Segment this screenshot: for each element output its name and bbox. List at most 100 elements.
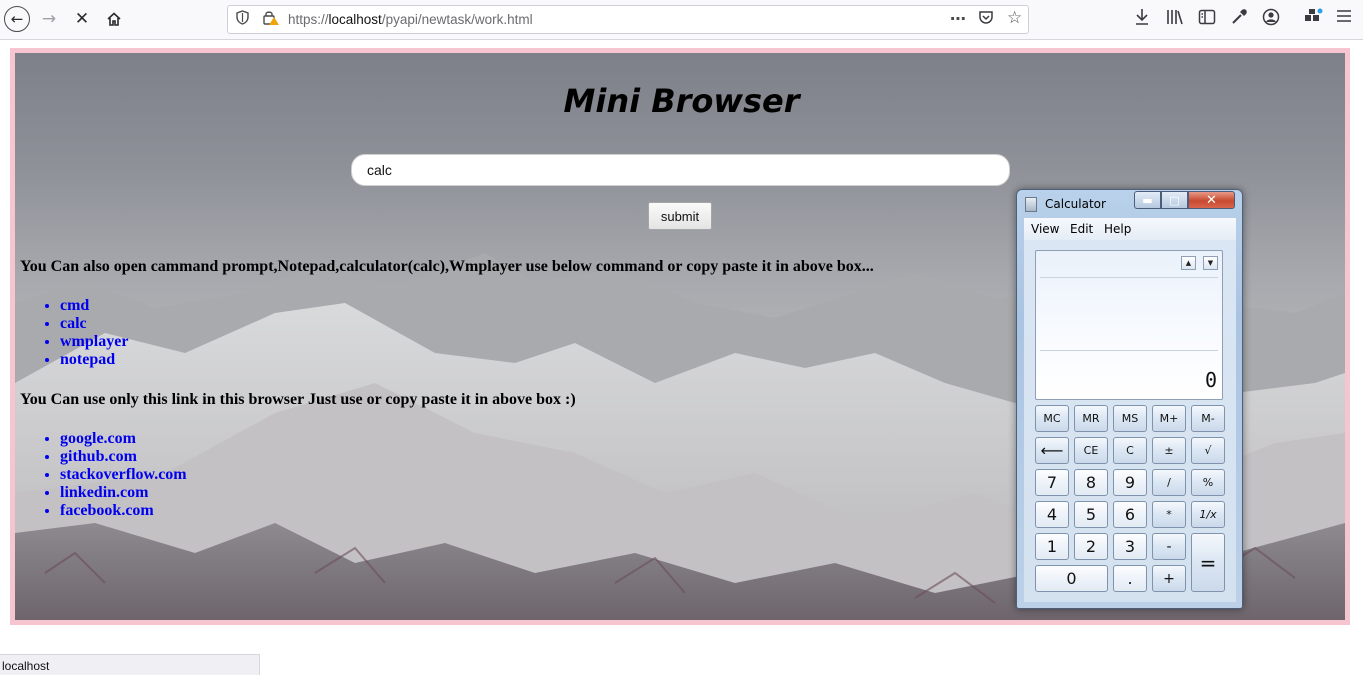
list-item: wmplayer	[60, 333, 128, 351]
list-item: google.com	[60, 430, 187, 448]
calculator-window[interactable]: Calculator ▬ □ ✕ View Edit Help ▲ ▼ 0 MC…	[1016, 189, 1243, 609]
close-button[interactable]: ✕	[1188, 191, 1235, 209]
display-value: 0	[1204, 368, 1217, 392]
window-controls: ▬ □ ✕	[1134, 191, 1235, 210]
key-reciprocal[interactable]: 1/x	[1191, 501, 1225, 528]
key-9[interactable]: 9	[1113, 469, 1147, 496]
links-intro-text: You Can use only this link in this brows…	[20, 391, 576, 408]
menu-help[interactable]: Help	[1104, 222, 1131, 236]
site-link-google[interactable]: google.com	[60, 430, 136, 447]
key-7[interactable]: 7	[1035, 469, 1069, 496]
shield-icon[interactable]	[236, 10, 249, 29]
apps-list: cmd calc wmplayer notepad	[20, 297, 128, 369]
list-item: notepad	[60, 351, 128, 369]
submit-button[interactable]: submit	[648, 202, 712, 230]
site-link-github[interactable]: github.com	[60, 448, 137, 465]
key-8[interactable]: 8	[1074, 469, 1108, 496]
url-bar[interactable]: https://localhost/pyapi/newtask/work.htm…	[227, 5, 1029, 34]
calculator-body: ▲ ▼ 0 MC MR MS M+ M- ⟵ CE C ± √ 7 8 9 / …	[1024, 240, 1236, 602]
menu-view[interactable]: View	[1031, 222, 1059, 236]
extensions-icon[interactable]	[1303, 8, 1323, 30]
key-percent[interactable]: %	[1191, 469, 1225, 496]
search-input[interactable]	[351, 154, 1010, 186]
key-m-plus[interactable]: M+	[1152, 405, 1186, 432]
url-text[interactable]: https://localhost/pyapi/newtask/work.htm…	[288, 12, 533, 27]
key-divide[interactable]: /	[1152, 469, 1186, 496]
calculator-title: Calculator	[1045, 197, 1106, 211]
back-button[interactable]: ←	[4, 6, 30, 32]
stop-button[interactable]: ✕	[69, 6, 95, 32]
url-path: /pyapi/newtask/work.html	[381, 12, 533, 27]
key-equals[interactable]: =	[1191, 533, 1225, 592]
menu-icon[interactable]	[1336, 8, 1352, 28]
calculator-display: ▲ ▼ 0	[1035, 250, 1223, 400]
lock-warning-icon[interactable]	[262, 10, 280, 30]
calculator-icon	[1025, 197, 1037, 212]
app-link-cmd[interactable]: cmd	[60, 297, 89, 314]
key-c[interactable]: C	[1113, 437, 1147, 464]
key-multiply[interactable]: *	[1152, 501, 1186, 528]
maximize-icon: □	[1169, 193, 1180, 207]
close-icon: ✕	[74, 9, 90, 29]
list-item: stackoverflow.com	[60, 466, 187, 484]
forward-button[interactable]: →	[36, 6, 62, 32]
key-add[interactable]: +	[1152, 565, 1186, 592]
key-6[interactable]: 6	[1113, 501, 1147, 528]
dropper-icon[interactable]	[1230, 8, 1248, 30]
app-link-notepad[interactable]: notepad	[60, 351, 115, 368]
key-0[interactable]: 0	[1035, 565, 1108, 592]
sidebar-icon[interactable]	[1198, 8, 1216, 30]
key-mc[interactable]: MC	[1035, 405, 1069, 432]
download-icon[interactable]	[1134, 8, 1150, 30]
list-item: facebook.com	[60, 502, 187, 520]
menu-edit[interactable]: Edit	[1070, 222, 1093, 236]
list-item: github.com	[60, 448, 187, 466]
key-4[interactable]: 4	[1035, 501, 1069, 528]
arrow-left-icon: ←	[10, 10, 24, 28]
key-mr[interactable]: MR	[1074, 405, 1108, 432]
apps-intro-text: You Can also open cammand prompt,Notepad…	[20, 258, 874, 275]
key-decimal[interactable]: .	[1113, 565, 1147, 592]
key-plus-minus[interactable]: ±	[1152, 437, 1186, 464]
page-title: Mini Browser	[563, 82, 800, 120]
site-link-facebook[interactable]: facebook.com	[60, 502, 154, 519]
list-item: calc	[60, 315, 128, 333]
key-ms[interactable]: MS	[1113, 405, 1147, 432]
list-item: cmd	[60, 297, 128, 315]
maximize-button[interactable]: □	[1161, 191, 1188, 209]
minimize-icon: ▬	[1142, 193, 1153, 207]
history-down-arrow-icon[interactable]: ▼	[1203, 256, 1218, 270]
display-divider	[1040, 277, 1218, 278]
url-host: localhost	[328, 12, 382, 27]
list-item: linkedin.com	[60, 484, 187, 502]
key-5[interactable]: 5	[1074, 501, 1108, 528]
arrow-right-icon: →	[41, 9, 57, 29]
minimize-button[interactable]: ▬	[1134, 191, 1161, 209]
display-divider	[1040, 350, 1218, 351]
key-backspace[interactable]: ⟵	[1035, 437, 1069, 464]
app-link-wmplayer[interactable]: wmplayer	[60, 333, 128, 350]
calculator-menubar: View Edit Help	[1024, 218, 1236, 240]
site-link-stackoverflow[interactable]: stackoverflow.com	[60, 466, 187, 483]
key-sqrt[interactable]: √	[1191, 437, 1225, 464]
key-3[interactable]: 3	[1113, 533, 1147, 560]
history-up-arrow-icon[interactable]: ▲	[1181, 256, 1196, 270]
bookmark-star-icon[interactable]: ☆	[1007, 8, 1022, 28]
browser-toolbar: ← → ✕ https://localhost/pyapi/newtask/wo…	[0, 0, 1363, 40]
account-icon[interactable]	[1262, 8, 1280, 30]
site-link-linkedin[interactable]: linkedin.com	[60, 484, 148, 501]
key-2[interactable]: 2	[1074, 533, 1108, 560]
key-m-minus[interactable]: M-	[1191, 405, 1225, 432]
key-1[interactable]: 1	[1035, 533, 1069, 560]
status-bar: localhost	[0, 654, 260, 675]
key-subtract[interactable]: -	[1152, 533, 1186, 560]
home-button[interactable]	[101, 6, 127, 32]
key-ce[interactable]: CE	[1074, 437, 1108, 464]
library-icon[interactable]	[1166, 8, 1184, 30]
sites-list: google.com github.com stackoverflow.com …	[20, 430, 187, 520]
app-link-calc[interactable]: calc	[60, 315, 87, 332]
close-icon: ✕	[1206, 192, 1217, 208]
pocket-icon[interactable]	[978, 9, 994, 29]
more-actions-icon[interactable]: ⋯	[950, 9, 966, 28]
home-icon	[107, 12, 121, 26]
